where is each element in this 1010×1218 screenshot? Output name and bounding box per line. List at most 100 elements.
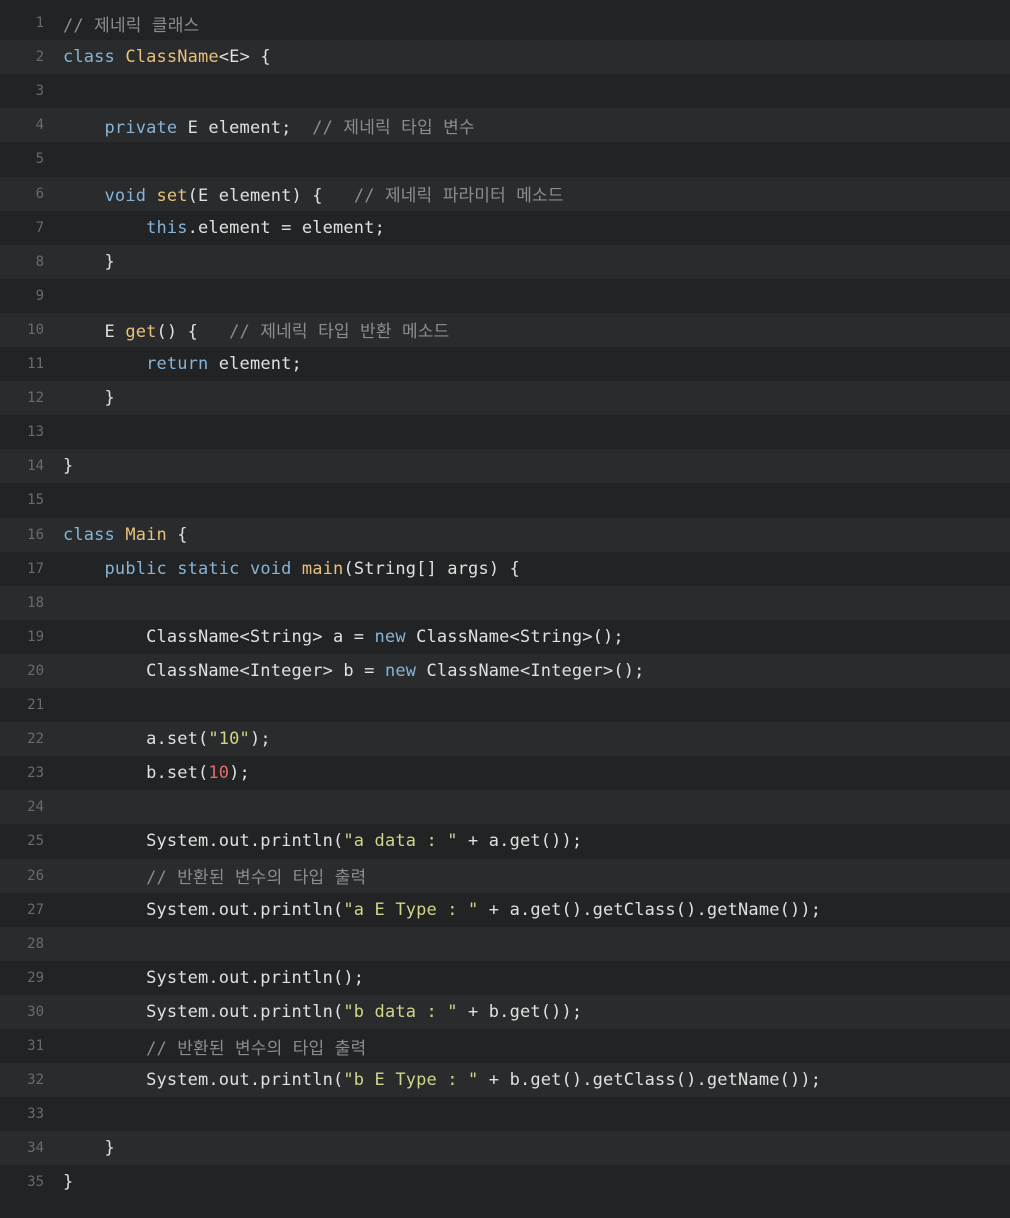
line-number: 1 (35, 15, 44, 31)
code-line[interactable]: 27 System.out.println("a E Type : " + a.… (0, 893, 1010, 927)
code-text: a.set("10"); (63, 729, 271, 749)
code-token: // 제네릭 클래스 (63, 15, 200, 36)
code-line[interactable]: 9 (0, 279, 1010, 313)
code-text: System.out.println("a data : " + a.get()… (63, 831, 582, 851)
code-line[interactable]: 22 a.set("10"); (0, 722, 1010, 757)
code-text: System.out.println("b E Type : " + b.get… (63, 1070, 821, 1090)
code-line[interactable]: 34 } (0, 1131, 1010, 1166)
code-token: 10 (208, 763, 230, 784)
code-line[interactable]: 20 ClassName<Integer> b = new ClassName<… (0, 653, 1010, 688)
code-line[interactable]: 16 class Main { (0, 517, 1010, 552)
code-token: this (146, 217, 188, 238)
code-token: static (177, 558, 240, 579)
code-token: "a E Type : " (343, 899, 479, 920)
code-text: // 반환된 변수의 타입 출력 (63, 863, 366, 888)
code-line[interactable]: 23 b.set(10); (0, 756, 1010, 790)
code-token: ); (229, 763, 250, 784)
code-token: System.out.println( (63, 1001, 344, 1022)
code-line[interactable]: 25 System.out.println("a data : " + a.ge… (0, 824, 1010, 858)
line-number: 5 (35, 151, 44, 168)
code-line[interactable]: 26 // 반환된 변수의 타입 출력 (0, 858, 1010, 893)
code-editor[interactable]: 1 // 제네릭 클래스 2 class ClassName<E> { 3 4 priva… (0, 0, 1010, 1218)
code-line[interactable]: 32 System.out.println("b E Type : " + b.… (0, 1063, 1010, 1098)
code-token: class (63, 47, 115, 68)
code-line[interactable]: 2 class ClassName<E> { (0, 40, 1010, 75)
code-token: E element; (177, 117, 313, 138)
code-line[interactable]: 1 // 제네릭 클래스 (0, 6, 1010, 40)
line-number: 25 (27, 833, 44, 850)
code-line[interactable]: 29 System.out.println(); (0, 961, 1010, 995)
code-line[interactable]: 33 (0, 1097, 1010, 1131)
code-token: ClassName<String>(); (405, 626, 624, 647)
code-token: + b.get().getClass().getName()); (478, 1070, 822, 1091)
code-line[interactable]: 15 (0, 483, 1010, 517)
code-token: ClassName<Integer> b = (63, 660, 385, 681)
code-line[interactable]: 13 (0, 415, 1010, 449)
code-token: public (104, 558, 167, 579)
code-token: // 반환된 변수의 타입 출력 (146, 1038, 367, 1059)
code-line[interactable]: 14} (0, 449, 1010, 484)
code-line[interactable]: 30 System.out.println("b data : " + b.ge… (0, 994, 1010, 1029)
code-token: } (63, 251, 115, 272)
code-line[interactable]: 24 (0, 790, 1010, 825)
code-token: E (63, 322, 126, 343)
code-token: Main (125, 524, 167, 545)
code-token: } (63, 388, 115, 409)
code-token: .element = element; (187, 217, 385, 238)
code-line[interactable]: 35} (0, 1165, 1010, 1199)
code-line[interactable]: 3 (0, 74, 1010, 108)
code-line[interactable]: 17 public static void main(String[] args… (0, 552, 1010, 586)
code-line[interactable]: 7 this.element = element; (0, 211, 1010, 245)
code-line[interactable]: 18 (0, 585, 1010, 620)
code-token: // 제네릭 타입 반환 메소드 (229, 322, 450, 343)
code-token: "b E Type : " (343, 1070, 479, 1091)
code-line[interactable]: 8 } (0, 244, 1010, 279)
code-token: + a.get()); (457, 831, 583, 852)
code-text: } (63, 252, 115, 272)
code-token: } (63, 1172, 74, 1193)
line-number: 24 (27, 799, 44, 816)
code-line[interactable]: 5 (0, 142, 1010, 176)
code-token: System.out.println( (63, 899, 344, 920)
code-token: private (104, 117, 178, 138)
code-token: main (301, 558, 344, 579)
code-line[interactable]: 6 void set(E element) { // 제네릭 파라미터 메소드 (0, 176, 1010, 211)
code-token: // 제네릭 파라미터 메소드 (353, 186, 564, 206)
line-number: 9 (35, 287, 44, 304)
line-number: 10 (27, 321, 44, 338)
code-line[interactable]: 19 ClassName<String> a = new ClassName<S… (0, 620, 1010, 654)
code-token: "b data : " (343, 1001, 458, 1022)
code-line[interactable]: 21 (0, 688, 1010, 722)
code-token: + b.get()); (457, 1001, 583, 1022)
code-token: { (166, 524, 188, 545)
code-token: new (384, 660, 417, 681)
code-token: a.set( (63, 729, 209, 750)
code-token: ClassName<String> a = (63, 626, 375, 647)
code-text: void set(E element) { // 제네릭 파라미터 메소드 (63, 181, 564, 206)
code-token: ); (249, 729, 271, 750)
line-number: 13 (27, 424, 44, 441)
code-token: "a data : " (343, 831, 458, 852)
code-text: System.out.println("a E Type : " + a.get… (63, 900, 821, 920)
code-line[interactable]: 11 return element; (0, 347, 1010, 381)
code-token: "10" (208, 729, 250, 750)
code-line[interactable]: 4 private E element; // 제네릭 타입 변수 (0, 108, 1010, 143)
code-line[interactable]: 12 } (0, 381, 1010, 416)
line-number: 3 (35, 83, 44, 100)
code-line[interactable]: 10 E get() { // 제네릭 타입 반환 메소드 (0, 312, 1010, 347)
code-text: } (63, 1172, 73, 1192)
line-number: 19 (27, 628, 44, 645)
code-line[interactable]: 28 (0, 926, 1010, 961)
code-text: this.element = element; (63, 218, 385, 238)
code-text: ClassName<Integer> b = new ClassName<Int… (63, 661, 645, 681)
code-token: new (374, 626, 406, 647)
code-line[interactable]: 31 // 반환된 변수의 타입 출력 (0, 1029, 1010, 1063)
